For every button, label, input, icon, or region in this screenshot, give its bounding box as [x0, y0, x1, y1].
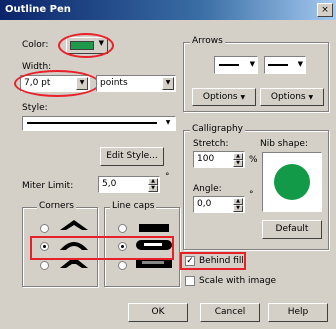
stretch-value: 100	[197, 154, 215, 164]
close-button[interactable]: ×	[317, 3, 333, 17]
window-title: Outline Pen	[5, 4, 71, 15]
chevron-down-icon[interactable]: ▼	[298, 60, 303, 68]
corner-bevel-radio[interactable]	[40, 261, 49, 270]
nib-shape-preview[interactable]	[262, 152, 322, 212]
round-option-highlight	[30, 236, 174, 260]
chevron-down-icon[interactable]: ▼	[250, 60, 255, 68]
scale-with-image-label[interactable]: Scale with image	[199, 276, 276, 286]
stretch-input[interactable]: 100 ▲ ▼	[193, 151, 245, 168]
angle-unit: °	[249, 190, 254, 200]
default-button[interactable]: Default	[262, 220, 322, 239]
arrows-title: Arrows	[190, 36, 225, 46]
style-label: Style:	[22, 103, 48, 113]
units-value: points	[100, 78, 128, 88]
angle-value: 0,0	[197, 199, 212, 209]
arrow-start-options-button[interactable]: Options ▼	[192, 88, 256, 106]
style-select[interactable]: ▼	[22, 116, 176, 131]
cap-square-radio[interactable]	[118, 261, 127, 270]
arrow-end-select[interactable]: ▼	[264, 56, 306, 74]
edit-style-button[interactable]: Edit Style...	[100, 147, 164, 166]
behind-fill-highlight	[180, 252, 246, 270]
nib-circle	[274, 164, 310, 200]
stretch-label: Stretch:	[193, 139, 229, 149]
arrow-end-options-button[interactable]: Options ▼	[260, 88, 324, 106]
chevron-down-icon: ▼	[308, 94, 314, 101]
cap-butt-radio[interactable]	[118, 224, 127, 233]
line-style-preview	[27, 122, 157, 124]
miter-value: 5,0	[102, 179, 117, 189]
color-label: Color:	[22, 40, 49, 50]
nib-shape-label: Nib shape:	[260, 139, 308, 149]
butt-cap-icon	[139, 224, 169, 232]
miter-label: Miter Limit:	[22, 181, 74, 191]
stretch-stepper[interactable]: ▲ ▼	[233, 153, 243, 167]
calligraphy-title: Calligraphy	[190, 124, 245, 134]
miter-corner-icon	[60, 220, 88, 230]
chevron-down-icon[interactable]: ▼	[162, 77, 174, 90]
color-highlight	[58, 33, 114, 58]
stretch-unit: %	[249, 155, 258, 165]
corners-title: Corners	[37, 201, 76, 211]
close-icon: ×	[321, 5, 329, 15]
chevron-down-icon: ▼	[240, 94, 246, 101]
scale-with-image-checkbox[interactable]	[185, 276, 195, 286]
chevron-down-icon[interactable]: ▼	[162, 118, 174, 129]
width-highlight	[14, 70, 100, 97]
miter-input[interactable]: 5,0 ▲ ▼	[98, 176, 160, 193]
cancel-button[interactable]: Cancel	[200, 303, 260, 322]
bevel-corner-icon	[60, 260, 88, 268]
help-button[interactable]: Help	[268, 303, 328, 322]
units-select[interactable]: points ▼	[96, 75, 176, 92]
angle-input[interactable]: 0,0 ▲ ▼	[193, 196, 245, 213]
miter-stepper[interactable]: ▲ ▼	[148, 178, 158, 192]
corner-miter-radio[interactable]	[40, 224, 49, 233]
angle-label: Angle:	[193, 184, 222, 194]
title-bar: Outline Pen	[0, 0, 336, 20]
arrow-start-select[interactable]: ▼	[214, 56, 258, 74]
miter-unit: °	[165, 172, 170, 182]
angle-stepper[interactable]: ▲ ▼	[233, 198, 243, 212]
line-caps-title: Line caps	[110, 201, 157, 211]
ok-button[interactable]: OK	[128, 303, 188, 322]
